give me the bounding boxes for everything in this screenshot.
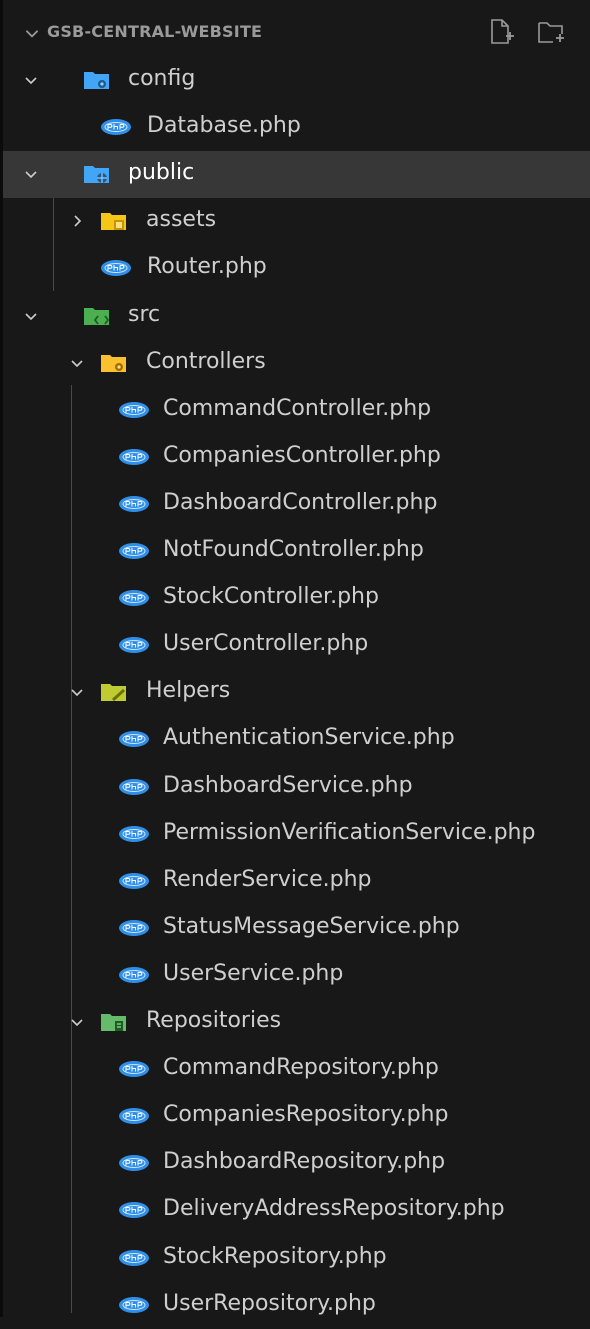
tree-item-label: public <box>128 160 195 186</box>
php-icon <box>119 825 149 842</box>
tree-file-notfoundcontroller[interactable]: NotFoundController.php <box>3 528 590 575</box>
folder-assets-icon <box>101 213 126 231</box>
tree-file-companiesrepository[interactable]: CompaniesRepository.php <box>3 1093 590 1140</box>
tree-file-deliveryaddressrepository[interactable]: DeliveryAddressRepository.php <box>3 1187 590 1234</box>
chevron-down-icon[interactable] <box>69 355 85 371</box>
php-icon <box>119 590 149 607</box>
chevron-right-icon[interactable] <box>69 213 85 229</box>
tree-item-label: AuthenticationService.php <box>163 725 455 751</box>
chevron-down-icon[interactable] <box>23 166 39 182</box>
php-icon <box>119 401 149 418</box>
php-icon <box>119 637 149 654</box>
tree-item-label: config <box>128 66 196 91</box>
tree-file-stockcontroller[interactable]: StockController.php <box>3 575 590 622</box>
php-icon <box>119 543 149 559</box>
tree-folder-src[interactable]: src <box>3 293 590 340</box>
tree-item-label: Database.php <box>147 113 301 139</box>
tree-folder-public[interactable]: public <box>3 151 590 199</box>
tree-item-label: assets <box>146 207 217 233</box>
tree-file-userservice[interactable]: UserService.php <box>3 952 590 999</box>
tree-file-router[interactable]: Router.php <box>3 245 590 292</box>
tree-item-label: CommandRepository.php <box>163 1055 439 1081</box>
section-title: GSB-CENTRAL-WEBSITE <box>47 22 263 41</box>
folder-src-icon <box>84 307 110 325</box>
chevron-down-icon[interactable] <box>69 1014 85 1030</box>
tree-file-commandcontroller[interactable]: CommandController.php <box>3 387 590 434</box>
php-icon <box>119 872 149 889</box>
php-icon <box>119 448 149 465</box>
php-icon <box>119 1202 149 1219</box>
tree-item-label: CompaniesController.php <box>163 442 441 468</box>
tree-item-label: RenderService.php <box>163 866 372 892</box>
tree-item-label: StockRepository.php <box>163 1243 387 1269</box>
tree-file-renderservice[interactable]: RenderService.php <box>3 858 590 905</box>
tree-item-label: DeliveryAddressRepository.php <box>163 1196 505 1222</box>
php-icon <box>101 119 131 136</box>
tree-item-label: DashboardRepository.php <box>163 1149 446 1175</box>
php-icon <box>101 260 131 277</box>
tree-file-commandrepository[interactable]: CommandRepository.php <box>3 1046 590 1093</box>
tree-item-label: Controllers <box>146 348 266 374</box>
php-icon <box>119 495 149 512</box>
folder-config-icon <box>84 72 109 89</box>
tree-file-dashboardrepository[interactable]: DashboardRepository.php <box>3 1140 590 1187</box>
folder-repositories-icon <box>101 1014 126 1031</box>
php-icon <box>119 966 149 983</box>
folder-helpers-icon <box>101 684 126 702</box>
tree-file-statusmessageservice[interactable]: StatusMessageService.php <box>3 905 590 952</box>
tree-item-label: Router.php <box>147 254 267 280</box>
file-explorer: GSB-CENTRAL-WEBSITE config Database.php pu… <box>0 0 590 1317</box>
tree-item-label: UserRepository.php <box>163 1290 376 1316</box>
tree-folder-controllers[interactable]: Controllers <box>3 340 590 387</box>
tree-item-label: CompaniesRepository.php <box>163 1102 449 1128</box>
tree-item-label: StockController.php <box>163 584 379 610</box>
tree-item-label: Helpers <box>146 678 231 704</box>
chevron-down-icon[interactable] <box>69 684 85 700</box>
php-icon <box>119 1296 149 1313</box>
tree-file-stockrepository[interactable]: StockRepository.php <box>3 1235 590 1282</box>
tree-item-label: PermissionVerificationService.php <box>163 819 536 845</box>
chevron-down-icon[interactable] <box>23 308 39 324</box>
tree-item-label: UserController.php <box>163 631 369 657</box>
chevron-down-icon[interactable] <box>23 72 39 88</box>
tree-file-authenticationservice[interactable]: AuthenticationService.php <box>3 716 590 763</box>
tree-item-label: UserService.php <box>163 960 344 986</box>
explorer-section-header[interactable]: GSB-CENTRAL-WEBSITE <box>3 10 590 56</box>
tree-file-permissionverificationservice[interactable]: PermissionVerificationService.php <box>3 811 590 858</box>
tree-folder-assets[interactable]: assets <box>3 198 590 245</box>
php-icon <box>119 919 149 936</box>
php-icon <box>119 1155 149 1172</box>
tree-file-userrepository[interactable]: UserRepository.php <box>3 1282 590 1329</box>
chevron-down-icon[interactable] <box>23 24 41 42</box>
php-icon <box>119 731 149 748</box>
php-icon <box>119 1061 149 1078</box>
tree-item-label: DashboardController.php <box>163 489 438 515</box>
php-icon <box>119 1108 149 1125</box>
tree-file-usercontroller[interactable]: UserController.php <box>3 622 590 669</box>
tree-folder-config[interactable]: config <box>3 57 590 104</box>
tree-item-label: NotFoundController.php <box>163 537 424 562</box>
tree-file-companiescontroller[interactable]: CompaniesController.php <box>3 434 590 481</box>
folder-public-icon <box>84 166 109 184</box>
php-icon <box>119 778 149 795</box>
tree-item-label: StatusMessageService.php <box>163 913 460 939</box>
new-file-icon[interactable] <box>485 16 517 48</box>
tree-item-label: DashboardService.php <box>163 772 413 798</box>
new-folder-icon[interactable] <box>535 16 567 48</box>
tree-item-label: CommandController.php <box>163 395 432 421</box>
folder-controllers-icon <box>101 354 126 372</box>
tree-folder-repositories[interactable]: Repositories <box>3 999 590 1046</box>
tree-file-database[interactable]: Database.php <box>3 104 590 151</box>
tree-folder-helpers[interactable]: Helpers <box>3 669 590 716</box>
tree-item-label: Repositories <box>146 1008 282 1033</box>
tree-item-label: src <box>128 301 161 327</box>
tree-file-dashboardservice[interactable]: DashboardService.php <box>3 764 590 811</box>
php-icon <box>119 1249 149 1266</box>
tree-file-dashboardcontroller[interactable]: DashboardController.php <box>3 481 590 528</box>
